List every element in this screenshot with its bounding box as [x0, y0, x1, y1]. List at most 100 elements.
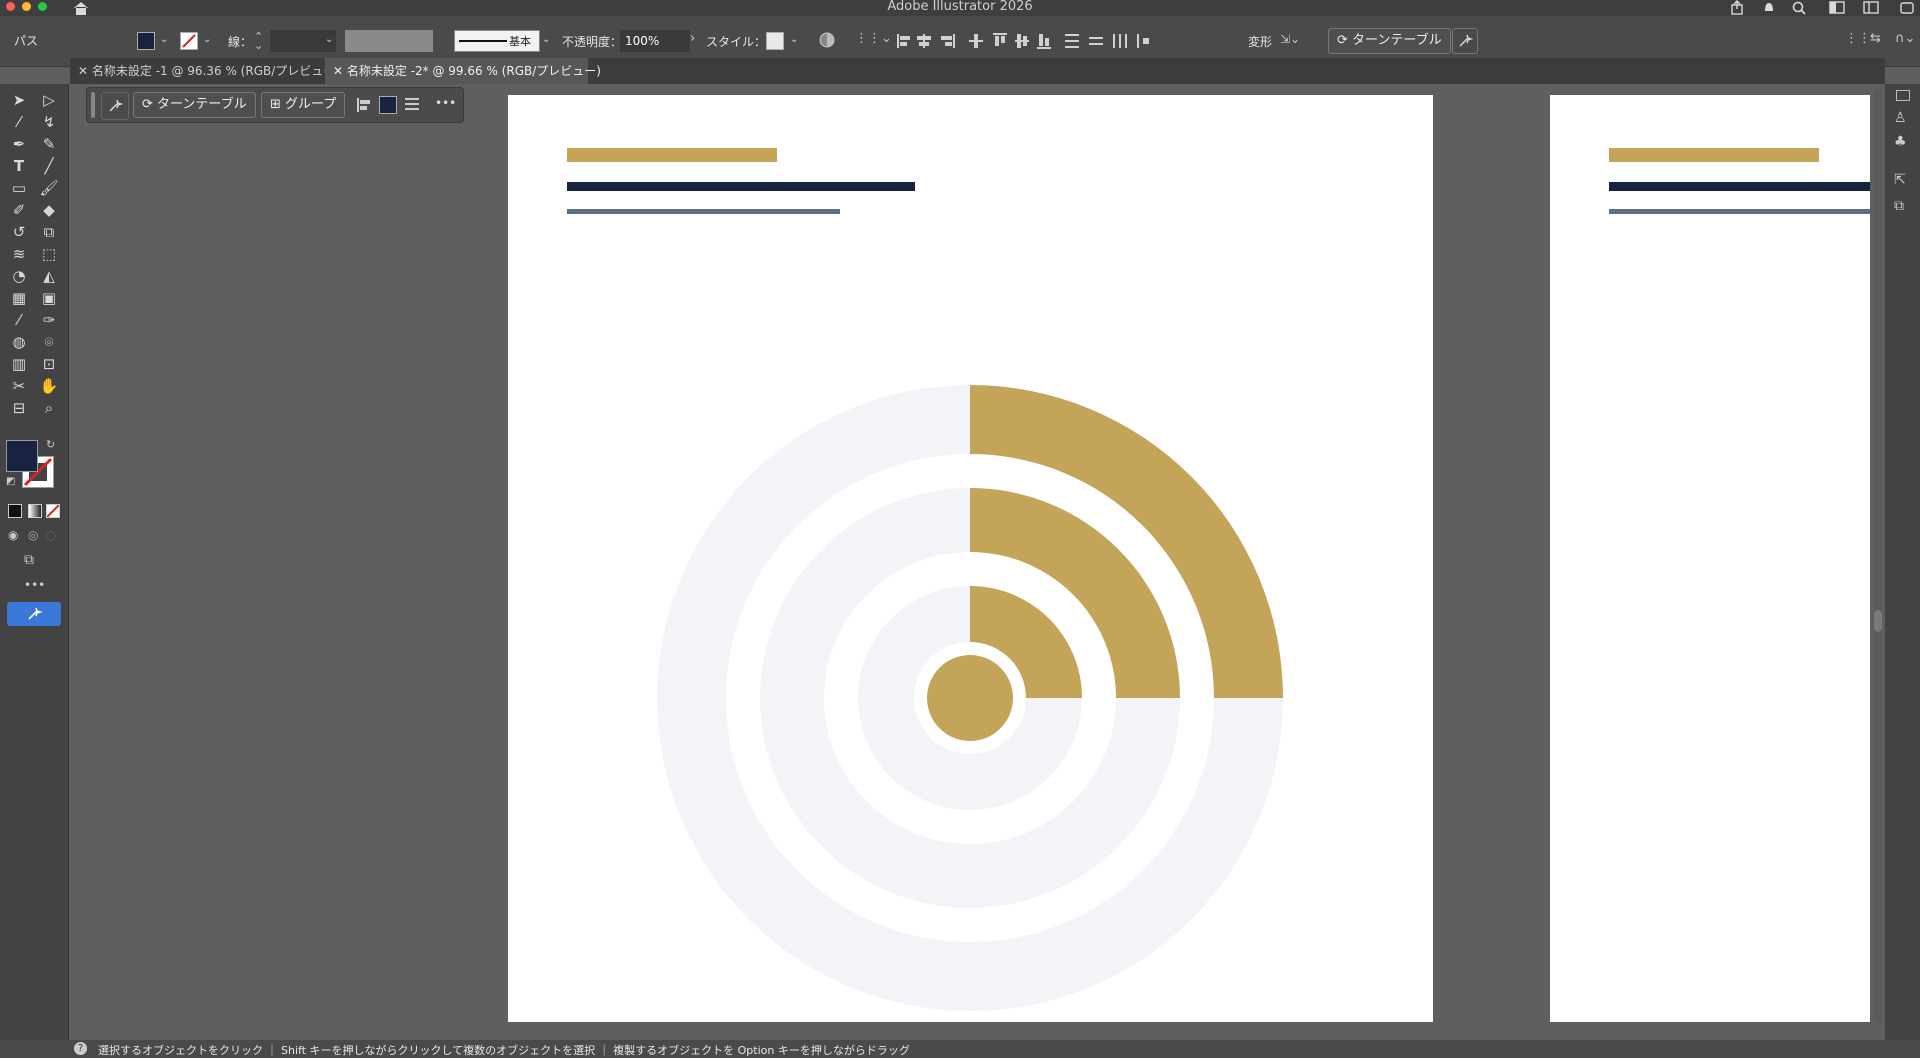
default-colors-icon[interactable]: ◩ [6, 476, 15, 487]
share-icon[interactable] [1728, 0, 1746, 16]
magic-wand-icon[interactable]: ⁄ [8, 112, 30, 132]
shape-builder-icon[interactable]: ◔ [8, 266, 30, 286]
gradient-icon[interactable]: ▣ [38, 288, 60, 308]
symbols-panel-icon[interactable]: ♣ [1894, 134, 1907, 150]
slice-icon[interactable]: ✂ [8, 376, 30, 396]
curvature-icon[interactable]: ✎ [38, 134, 60, 154]
gold-header-bar[interactable] [1609, 148, 1819, 162]
variable-width-profile[interactable] [345, 30, 433, 52]
align-to-icon[interactable]: ⋮⋮⌄ [855, 31, 892, 49]
stroke-color-swatch[interactable] [180, 32, 198, 50]
artboard-1[interactable] [508, 95, 1433, 1022]
generative-button[interactable] [1452, 28, 1478, 54]
properties-panel-icon[interactable] [1896, 90, 1910, 101]
drag-handle[interactable] [91, 92, 95, 118]
gradient-mode-icon[interactable] [28, 504, 42, 518]
link-icon[interactable]: ∩⌄ [1895, 31, 1915, 49]
rectangle-icon[interactable]: ▭ [8, 178, 30, 198]
perspective-icon[interactable]: ◭ [38, 266, 60, 286]
selection-icon[interactable]: ➤ [8, 90, 30, 110]
center-gold-circle [927, 655, 1013, 741]
close-icon[interactable]: ✕ [78, 64, 92, 78]
zoom-icon[interactable]: ⌕ [38, 398, 60, 418]
artboard-2[interactable] [1550, 95, 1870, 1022]
print-tiling-icon[interactable]: ⊟ [8, 398, 30, 418]
line-icon[interactable]: ╱ [38, 156, 60, 176]
color-mode-icon[interactable] [8, 504, 22, 518]
fill-color-swatch[interactable] [137, 32, 155, 50]
turntable-button[interactable]: ⟳ ターンテーブル [133, 92, 256, 118]
chevron-down-icon[interactable]: ⌄ [203, 34, 211, 45]
screen-mode-icon[interactable]: ⧉ [24, 552, 34, 568]
align-left-icon[interactable] [355, 96, 373, 114]
turntable-button[interactable]: ⟳ ターンテーブル [1328, 28, 1451, 54]
search-icon[interactable] [1790, 0, 1808, 16]
lasso-icon[interactable]: ↯ [38, 112, 60, 132]
navy-header-bar[interactable] [1609, 182, 1870, 191]
more-options-button[interactable]: ••• [435, 96, 456, 110]
tab-document-1[interactable]: ✕ 名称未設定 -1 @ 96.36 % (RGB/プレビュー) [70, 58, 340, 84]
rotate-icon[interactable]: ↺ [8, 222, 30, 242]
brush-definition[interactable]: 基本 [454, 30, 540, 52]
blend-icon[interactable]: ◍ [8, 332, 30, 352]
draw-normal-icon[interactable]: ◉ [8, 528, 18, 542]
scale-icon[interactable]: ⧉ [38, 222, 60, 242]
free-transform-icon[interactable]: ⬚ [38, 244, 60, 264]
draw-behind-icon[interactable]: ◎ [28, 528, 38, 542]
stroke-weight-stepper[interactable]: ⌃ ⌄ [254, 31, 263, 51]
bell-icon[interactable] [1760, 0, 1778, 16]
graphic-style-swatch[interactable] [766, 32, 784, 50]
generative-icon[interactable] [7, 602, 61, 626]
fill-icon[interactable] [6, 440, 38, 472]
swap-icon[interactable]: ↻ [46, 438, 55, 451]
align-controls [895, 30, 1155, 52]
chevron-down-icon[interactable]: ⌄ [790, 34, 798, 45]
draw-inside-icon[interactable]: ◌ [46, 528, 56, 542]
menu-icon[interactable] [403, 95, 421, 113]
discover-icon[interactable] [1898, 0, 1916, 16]
chevron-down-icon[interactable]: ⌄ [325, 34, 333, 45]
opacity-input[interactable]: 100% [620, 30, 690, 52]
chevron-down-icon[interactable]: ⌄ [160, 34, 168, 45]
status-bar: ? 選択するオブジェクトをクリック ｜ Shift キーを押しながらクリックして… [0, 1040, 1920, 1058]
pen-icon[interactable]: ✒ [8, 134, 30, 154]
chevron-right-icon[interactable]: › [690, 31, 695, 46]
brushes-panel-icon[interactable]: ♙ [1894, 110, 1907, 126]
help-icon[interactable]: ? [74, 1042, 87, 1055]
eyedropper-icon[interactable]: ⁄ [8, 310, 30, 330]
graph-icon[interactable]: ▥ [8, 354, 30, 374]
vertical-scrollbar[interactable] [1874, 90, 1882, 1020]
artboard-icon[interactable]: ⊡ [38, 354, 60, 374]
edit-toolbar-button[interactable]: ••• [24, 578, 45, 592]
slate-header-bar[interactable] [1609, 209, 1870, 214]
type-icon[interactable]: T [8, 156, 30, 176]
direct-selection-icon[interactable]: ▷ [38, 90, 60, 110]
turntable-icon: ⟳ [142, 97, 158, 112]
turntable-label: ターンテーブル [157, 97, 247, 112]
layers-panel-icon[interactable]: ⧉ [1894, 198, 1904, 214]
shaper-icon[interactable]: ✐ [8, 200, 30, 220]
close-icon[interactable]: ✕ [333, 64, 347, 78]
generative-button[interactable] [101, 92, 129, 120]
group-button[interactable]: ⊞ グループ [261, 92, 346, 118]
hand-icon[interactable]: ✋ [38, 376, 60, 396]
fill-color-swatch[interactable] [379, 96, 397, 114]
symbol-sprayer-icon[interactable]: ⌾ [38, 332, 60, 352]
mesh-icon[interactable]: ▦ [8, 288, 30, 308]
brush-icon[interactable]: 🖌 [38, 178, 60, 198]
export-panel-icon[interactable]: ⇱ [1894, 172, 1906, 188]
recolor-icon[interactable] [818, 31, 836, 49]
measure-icon[interactable]: ✑ [38, 310, 60, 330]
scrollbar-thumb[interactable] [1874, 610, 1882, 632]
none-mode-icon[interactable] [46, 504, 60, 518]
panel-options-icon[interactable]: ⋮⋮ [1845, 31, 1871, 49]
transform-label[interactable]: 変形 [1248, 33, 1272, 50]
width-icon[interactable]: ≋ [8, 244, 30, 264]
workspace-icon[interactable] [1828, 0, 1846, 16]
sort-icon[interactable]: ⇆ [1870, 31, 1888, 49]
transform-options-icon[interactable]: ⇲⌄ [1280, 32, 1310, 50]
chevron-down-icon[interactable]: ⌄ [542, 34, 550, 45]
tab-document-2[interactable]: ✕ 名称未設定 -2* @ 99.66 % (RGB/プレビュー) [325, 58, 601, 84]
arrange-documents-icon[interactable] [1862, 0, 1880, 16]
eraser-icon[interactable]: ◆ [38, 200, 60, 220]
